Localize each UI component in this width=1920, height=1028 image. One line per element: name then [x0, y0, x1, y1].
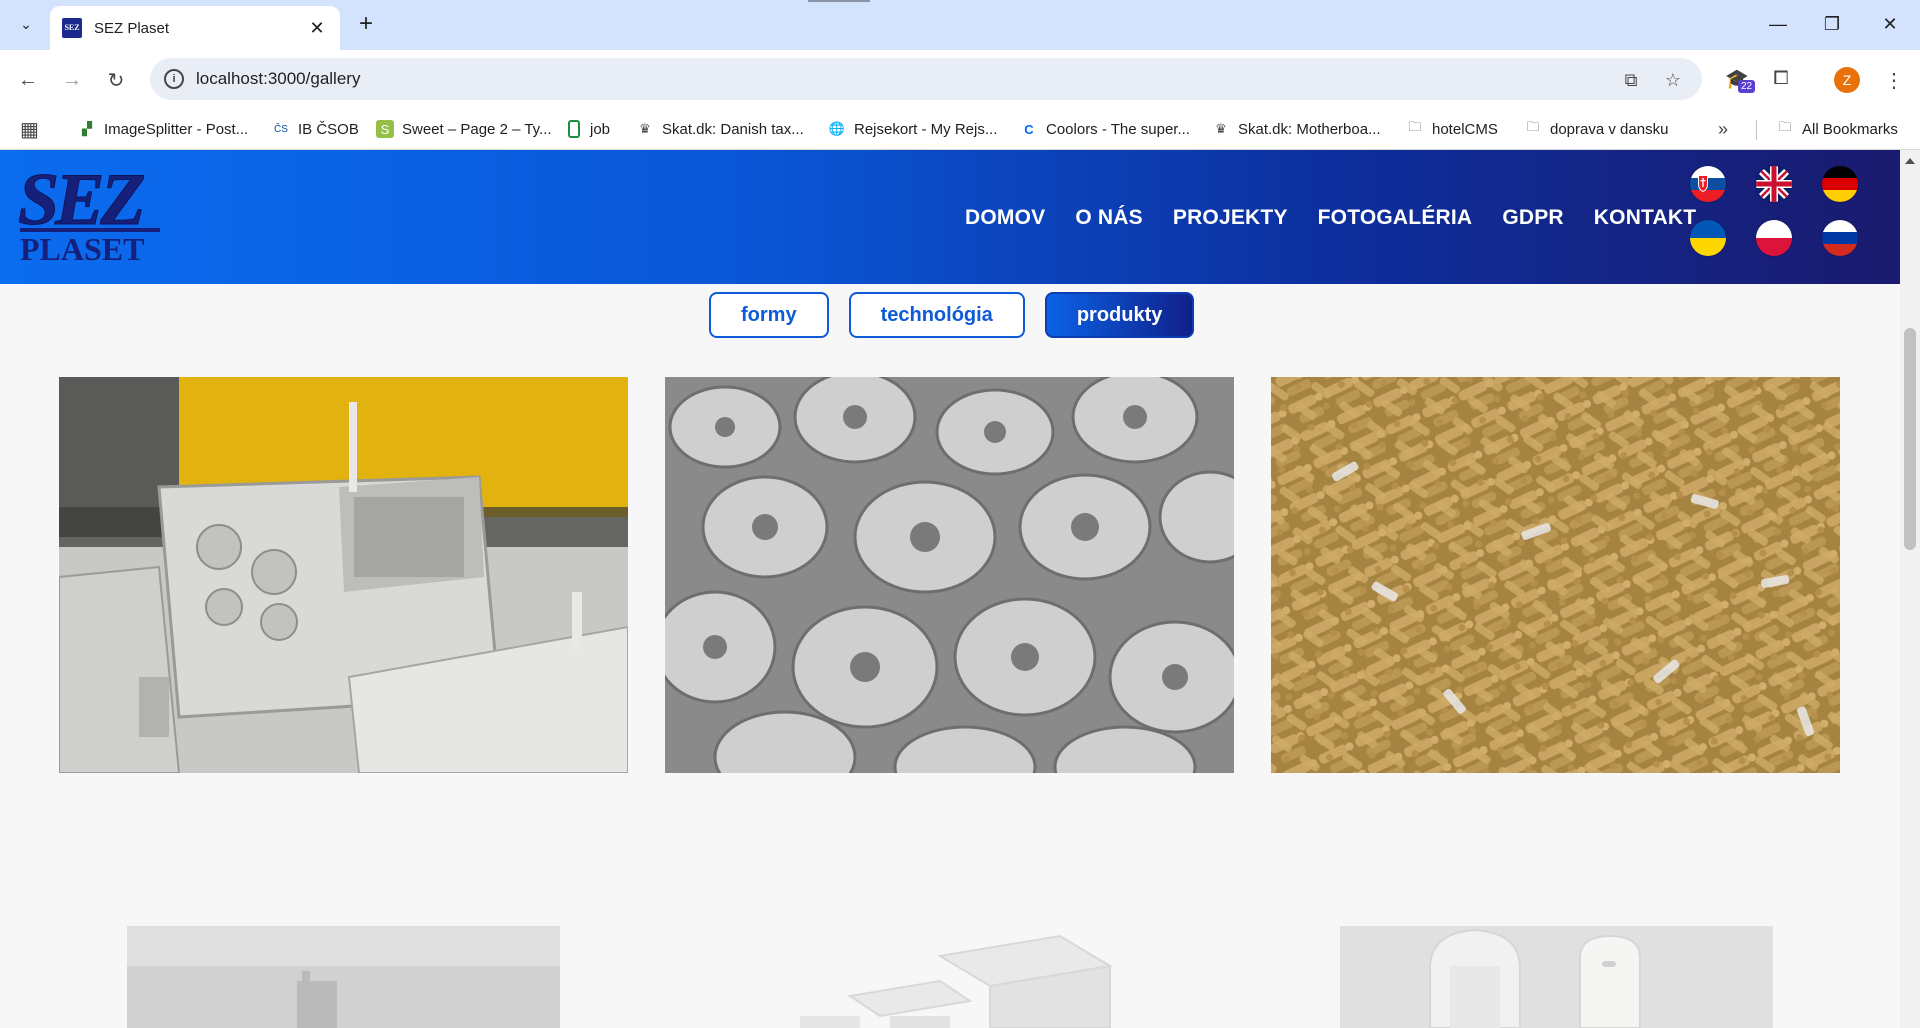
all-bookmarks-button[interactable]: 🗀 All Bookmarks	[1776, 116, 1897, 142]
url-text[interactable]: localhost:3000/gallery	[196, 69, 360, 89]
filter-formy-button[interactable]: formy	[709, 292, 829, 338]
restore-button[interactable]: ❐	[1808, 6, 1856, 42]
bookmark-folder[interactable]: 🗀 hotelCMS	[1406, 116, 1497, 142]
crown-icon: ♛	[639, 121, 651, 136]
page-scrollbar[interactable]	[1900, 150, 1920, 1028]
nav-o-nas[interactable]: O NÁS	[1075, 206, 1143, 230]
folder-icon: 🗀	[1526, 119, 1540, 134]
arrow-left-icon: ←	[18, 68, 38, 91]
extensions-puzzle-icon[interactable]: ⧠	[1766, 64, 1796, 94]
flag-slovak-icon[interactable]	[1690, 166, 1726, 202]
profile-avatar[interactable]: Z	[1834, 67, 1860, 93]
sheets-icon	[568, 120, 580, 138]
site-logo[interactable]: SEZ PLASET	[18, 162, 163, 270]
reload-button[interactable]: ↻	[100, 64, 132, 96]
arrow-right-icon: →	[62, 68, 82, 91]
address-bar[interactable]: i localhost:3000/gallery ⧉ ☆	[150, 58, 1702, 100]
tab-drag-indicator	[808, 0, 870, 2]
reload-icon: ↻	[107, 69, 125, 92]
folder-icon: 🗀	[1408, 119, 1422, 134]
bookmark-star-icon[interactable]: ☆	[1660, 67, 1686, 93]
logo-plaset-text: PLASET	[20, 231, 145, 267]
close-icon: ✕	[1882, 13, 1898, 34]
bookmark-item[interactable]: ▞ ImageSplitter - Post...	[78, 116, 248, 142]
flag-english-icon[interactable]	[1756, 166, 1792, 202]
gallery-photo-round-parts[interactable]	[665, 377, 1234, 773]
browser-menu-icon[interactable]: ⋮	[1880, 64, 1908, 96]
bookmark-item[interactable]: S Sweet – Page 2 – Ty...	[376, 116, 552, 142]
browser-toolbar: ← → ↻ i localhost:3000/gallery ⧉ ☆ 🎓 22 …	[0, 50, 1920, 108]
nav-domov[interactable]: DOMOV	[965, 206, 1045, 230]
scrollbar-thumb[interactable]	[1904, 328, 1916, 550]
more-bookmarks-button[interactable]: »	[1718, 116, 1728, 142]
restore-icon: ❐	[1823, 13, 1841, 34]
minimize-icon: —	[1769, 13, 1787, 34]
bookmark-item[interactable]: ♛ Skat.dk: Motherboa...	[1212, 116, 1380, 142]
extension-graduation-icon[interactable]: 🎓 22	[1722, 64, 1756, 94]
bookmark-item[interactable]: ♛ Skat.dk: Danish tax...	[636, 116, 804, 142]
gallery-photo-electrical-boxes[interactable]	[59, 377, 628, 773]
nav-fotogaleria[interactable]: FOTOGALÉRIA	[1318, 206, 1473, 230]
imagesplitter-icon: ▞	[82, 121, 92, 136]
tab-search-button[interactable]: ⌄	[12, 10, 40, 38]
translate-icon[interactable]: ⧉	[1618, 67, 1644, 93]
page-viewport: SEZ PLASET DOMOV O NÁS PROJEKTY FOTOGALÉ…	[0, 150, 1900, 1028]
bookmark-item[interactable]: 🌐 Rejsekort - My Rejs...	[828, 116, 997, 142]
forward-button[interactable]: →	[56, 64, 88, 96]
crown-icon: ♛	[1215, 121, 1227, 136]
new-tab-button[interactable]: +	[352, 10, 380, 38]
minimize-button[interactable]: —	[1754, 6, 1802, 42]
filter-produkty-button[interactable]: produkty	[1044, 292, 1195, 338]
flag-polish-icon[interactable]	[1756, 220, 1792, 256]
tab-strip: ⌄ SEZ SEZ Plaset ✕ + — ❐ ✕	[0, 0, 1920, 50]
bookmarks-divider	[1756, 120, 1757, 140]
apps-button[interactable]: ▦	[20, 116, 39, 142]
globe-icon: 🌐	[828, 121, 846, 136]
flag-german-icon[interactable]	[1822, 166, 1858, 202]
bookmark-item[interactable]: job	[568, 116, 610, 142]
close-window-button[interactable]: ✕	[1866, 6, 1914, 42]
gallery-filters: formy technológia produkty	[709, 292, 1195, 338]
logo-sez-text: SEZ	[18, 159, 147, 241]
tab-title: SEZ Plaset	[94, 19, 170, 37]
close-tab-icon[interactable]: ✕	[306, 18, 328, 39]
shopify-icon: S	[376, 120, 394, 138]
site-favicon-icon: SEZ	[62, 18, 82, 38]
scroll-up-icon[interactable]	[1905, 158, 1915, 164]
main-navigation: DOMOV O NÁS PROJEKTY FOTOGALÉRIA GDPR KO…	[965, 206, 1696, 230]
gallery-photo-white-boxes[interactable]	[760, 926, 1160, 1028]
gallery-photo-white-housing[interactable]	[1340, 926, 1773, 1028]
nav-gdpr[interactable]: GDPR	[1502, 206, 1563, 230]
bookmark-item[interactable]: C Coolors - The super...	[1020, 116, 1190, 142]
back-button[interactable]: ←	[12, 64, 44, 96]
gallery-photo-cable-part[interactable]	[127, 926, 560, 1028]
bookmark-folder[interactable]: 🗀 doprava v dansku	[1524, 116, 1668, 142]
filter-technologia-button[interactable]: technológia	[848, 292, 1025, 338]
chevron-down-icon: ⌄	[20, 15, 32, 32]
site-header: SEZ PLASET DOMOV O NÁS PROJEKTY FOTOGALÉ…	[0, 150, 1900, 284]
csob-icon: ČS	[274, 123, 288, 135]
flag-russian-icon[interactable]	[1822, 220, 1858, 256]
nav-projekty[interactable]: PROJEKTY	[1173, 206, 1288, 230]
nav-kontakt[interactable]: KONTAKT	[1594, 206, 1697, 230]
plus-icon: +	[358, 10, 373, 37]
flag-ukrainian-icon[interactable]	[1690, 220, 1726, 256]
bookmarks-bar: ▦ ▞ ImageSplitter - Post... ČS IB ČSOB S…	[0, 108, 1920, 150]
active-tab[interactable]: SEZ SEZ Plaset ✕	[50, 6, 340, 50]
folder-icon: 🗀	[1778, 119, 1792, 134]
bookmark-item[interactable]: ČS IB ČSOB	[272, 116, 359, 142]
chevron-double-right-icon: »	[1718, 118, 1729, 139]
gallery-photo-beige-pieces[interactable]	[1271, 377, 1840, 773]
coolors-icon: C	[1024, 121, 1034, 137]
apps-grid-icon: ▦	[20, 118, 39, 141]
extension-badge: 22	[1738, 80, 1756, 93]
site-info-icon[interactable]: i	[164, 69, 184, 89]
